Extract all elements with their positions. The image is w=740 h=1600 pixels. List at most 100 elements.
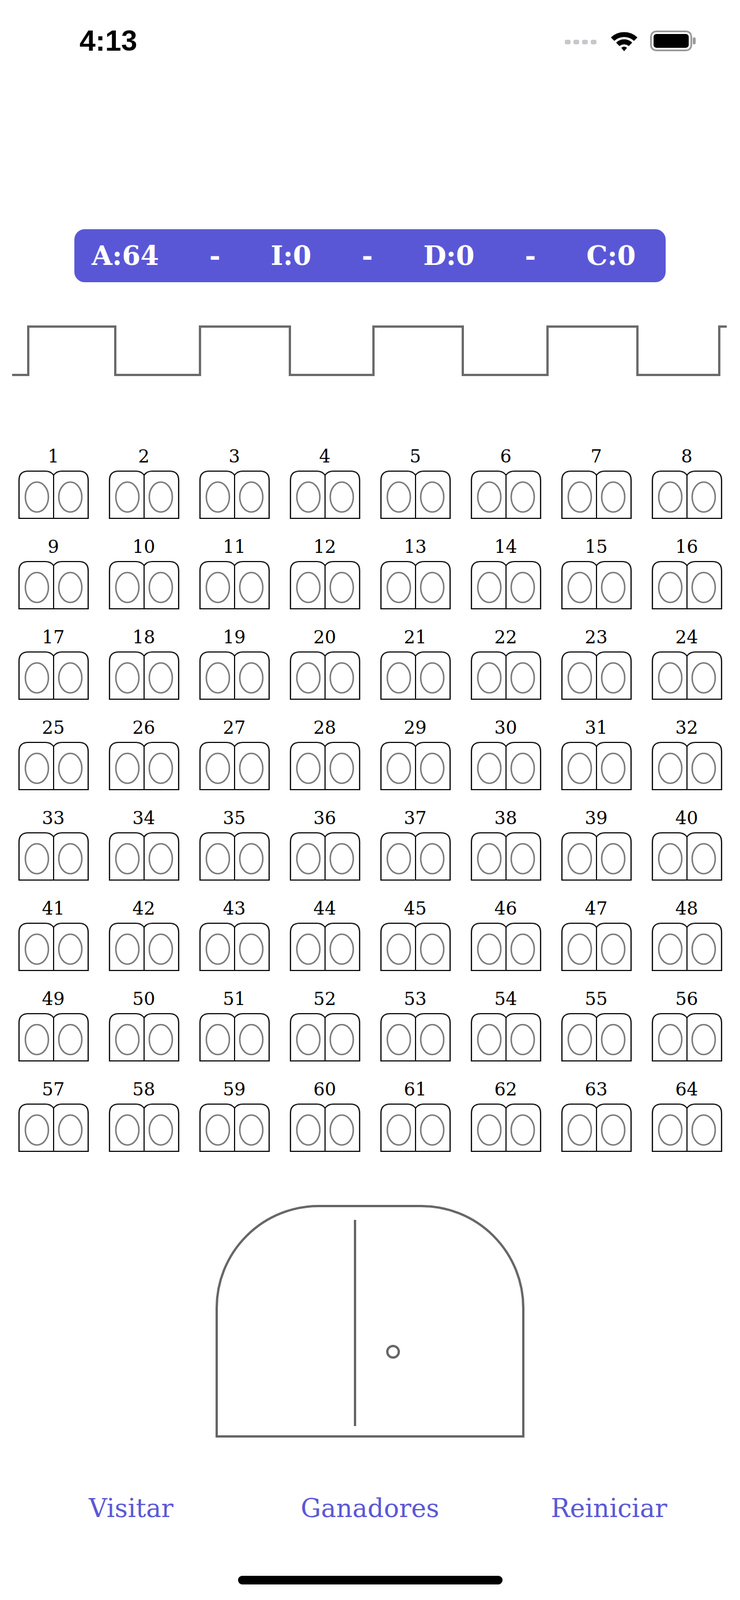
door-cell[interactable]: 20: [279, 627, 370, 701]
door-cell[interactable]: 51: [189, 988, 280, 1063]
door-cell[interactable]: 6: [460, 446, 551, 520]
door-cell[interactable]: 35: [189, 808, 280, 882]
door-icon[interactable]: [560, 647, 633, 701]
toolbar-button[interactable]: Visitar: [11, 1484, 251, 1535]
door-icon[interactable]: [651, 1100, 723, 1154]
door-icon[interactable]: [470, 738, 542, 792]
door-icon[interactable]: [198, 828, 271, 882]
door-cell[interactable]: 15: [550, 536, 642, 611]
door-cell[interactable]: 22: [460, 627, 551, 701]
door-cell[interactable]: 13: [370, 536, 461, 611]
door-icon[interactable]: [17, 1009, 90, 1063]
door-cell[interactable]: 62: [460, 1079, 551, 1154]
door-icon[interactable]: [651, 647, 723, 701]
door-icon[interactable]: [379, 557, 452, 611]
door-cell[interactable]: 41: [8, 898, 99, 973]
door-cell[interactable]: 56: [641, 988, 732, 1063]
door-cell[interactable]: 40: [641, 808, 732, 882]
door-icon[interactable]: [289, 919, 361, 973]
door-icon[interactable]: [289, 647, 361, 701]
door-cell[interactable]: 9: [8, 536, 99, 611]
door-cell[interactable]: 55: [550, 988, 642, 1063]
door-cell[interactable]: 28: [279, 717, 370, 792]
door-icon[interactable]: [17, 466, 90, 520]
door-cell[interactable]: 32: [641, 717, 732, 792]
door-cell[interactable]: 48: [641, 898, 732, 973]
door-cell[interactable]: 50: [98, 988, 190, 1063]
door-cell[interactable]: 30: [460, 717, 551, 792]
door-cell[interactable]: 37: [370, 808, 461, 882]
door-icon[interactable]: [470, 1009, 542, 1063]
door-icon[interactable]: [198, 738, 271, 792]
door-icon[interactable]: [108, 828, 180, 882]
door-icon[interactable]: [470, 1100, 542, 1154]
door-icon[interactable]: [17, 557, 90, 611]
door-cell[interactable]: 42: [98, 898, 190, 973]
door-cell[interactable]: 57: [8, 1079, 99, 1154]
door-cell[interactable]: 16: [641, 536, 732, 611]
door-cell[interactable]: 7: [550, 446, 642, 520]
door-cell[interactable]: 36: [279, 808, 370, 882]
door-cell[interactable]: 61: [370, 1079, 461, 1154]
door-cell[interactable]: 8: [641, 446, 732, 520]
door-cell[interactable]: 39: [550, 808, 642, 882]
door-cell[interactable]: 19: [189, 627, 280, 701]
door-cell[interactable]: 29: [370, 717, 461, 792]
door-cell[interactable]: 44: [279, 898, 370, 973]
door-icon[interactable]: [560, 919, 633, 973]
door-cell[interactable]: 24: [641, 627, 732, 701]
door-icon[interactable]: [108, 738, 180, 792]
door-icon[interactable]: [198, 919, 271, 973]
door-icon[interactable]: [470, 919, 542, 973]
door-cell[interactable]: 59: [189, 1079, 280, 1154]
door-icon[interactable]: [560, 1009, 633, 1063]
door-icon[interactable]: [108, 647, 180, 701]
door-icon[interactable]: [651, 466, 723, 520]
door-icon[interactable]: [470, 557, 542, 611]
door-cell[interactable]: 43: [189, 898, 280, 973]
door-icon[interactable]: [108, 1009, 180, 1063]
door-icon[interactable]: [289, 1100, 361, 1154]
door-icon[interactable]: [108, 557, 180, 611]
door-icon[interactable]: [560, 466, 633, 520]
door-icon[interactable]: [560, 828, 633, 882]
door-icon[interactable]: [289, 738, 361, 792]
door-icon[interactable]: [198, 466, 271, 520]
door-icon[interactable]: [560, 557, 633, 611]
door-icon[interactable]: [651, 738, 723, 792]
door-icon[interactable]: [17, 738, 90, 792]
door-icon[interactable]: [379, 919, 452, 973]
door-cell[interactable]: 17: [8, 627, 99, 701]
door-icon[interactable]: [17, 919, 90, 973]
door-cell[interactable]: 34: [98, 808, 190, 882]
main-door-icon[interactable]: [215, 1205, 525, 1439]
door-icon[interactable]: [198, 647, 271, 701]
door-cell[interactable]: 5: [370, 446, 461, 520]
door-icon[interactable]: [560, 738, 633, 792]
toolbar-button[interactable]: Reiniciar: [489, 1484, 729, 1535]
door-icon[interactable]: [379, 738, 452, 792]
door-cell[interactable]: 54: [460, 988, 551, 1063]
door-icon[interactable]: [470, 828, 542, 882]
door-icon[interactable]: [198, 557, 271, 611]
door-icon[interactable]: [198, 1009, 271, 1063]
door-cell[interactable]: 18: [98, 627, 190, 701]
toolbar-button[interactable]: Ganadores: [250, 1484, 490, 1535]
door-cell[interactable]: 11: [189, 536, 280, 611]
door-cell[interactable]: 31: [550, 717, 642, 792]
door-icon[interactable]: [289, 557, 361, 611]
door-icon[interactable]: [289, 828, 361, 882]
door-cell[interactable]: 63: [550, 1079, 642, 1154]
door-cell[interactable]: 49: [8, 988, 99, 1063]
door-cell[interactable]: 45: [370, 898, 461, 973]
door-icon[interactable]: [470, 466, 542, 520]
door-icon[interactable]: [651, 919, 723, 973]
door-cell[interactable]: 47: [550, 898, 642, 973]
door-cell[interactable]: 38: [460, 808, 551, 882]
door-cell[interactable]: 33: [8, 808, 99, 882]
door-icon[interactable]: [379, 1009, 452, 1063]
door-cell[interactable]: 3: [189, 446, 280, 520]
door-cell[interactable]: 60: [279, 1079, 370, 1154]
door-cell[interactable]: 64: [641, 1079, 732, 1154]
door-cell[interactable]: 27: [189, 717, 280, 792]
